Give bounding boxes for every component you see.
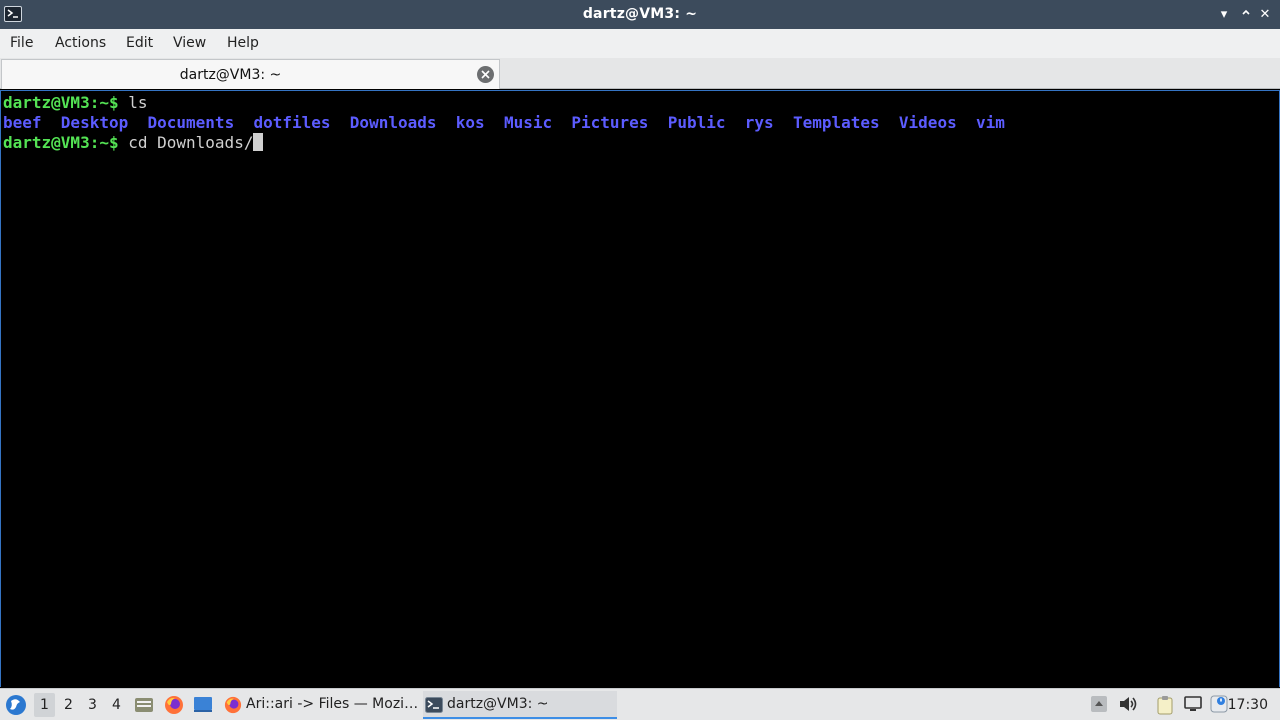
notification-icon xyxy=(1210,695,1228,713)
dir-entry: Desktop xyxy=(60,113,129,132)
dir-entry: kos xyxy=(455,113,485,132)
task-label: Ari::ari -> Files — Mozi… xyxy=(246,696,419,712)
network-button[interactable] xyxy=(1183,695,1203,715)
window-title: dartz@VM3: ~ xyxy=(582,6,698,22)
volume-button[interactable] xyxy=(1118,695,1138,715)
file-manager-launcher[interactable] xyxy=(134,689,154,720)
workspace-1[interactable]: 1 xyxy=(34,693,55,717)
dir-entry: Downloads xyxy=(349,113,437,132)
task-terminal[interactable]: dartz@VM3: ~ xyxy=(423,691,617,719)
dir-entry: rys xyxy=(744,113,774,132)
menu-file[interactable]: File xyxy=(10,35,33,51)
prompt: dartz@VM3:~$ xyxy=(3,93,119,112)
dir-entry: Public xyxy=(667,113,726,132)
clipboard-icon xyxy=(1157,696,1173,715)
desktop-icon xyxy=(194,697,212,712)
window-titlebar: dartz@VM3: ~ ▾ ✕ xyxy=(0,0,1280,29)
menu-actions[interactable]: Actions xyxy=(55,35,106,51)
terminal-line-3: dartz@VM3:~$ cd Downloads/ xyxy=(3,133,264,153)
menu-bar: File Actions Edit View Help xyxy=(0,29,1280,58)
terminal-icon xyxy=(425,697,443,713)
dir-entry: dotfiles xyxy=(253,113,331,132)
command-text: cd Downloads/ xyxy=(118,133,254,152)
clock[interactable]: 17:30 xyxy=(1228,697,1268,713)
workspace-2[interactable]: 2 xyxy=(64,697,73,713)
tray-up-arrow-icon xyxy=(1091,696,1107,712)
network-icon xyxy=(1184,696,1202,711)
workspace-3[interactable]: 3 xyxy=(88,697,97,713)
firefox-icon xyxy=(165,696,183,714)
start-menu-button[interactable] xyxy=(4,689,28,720)
command-text: ls xyxy=(118,93,148,112)
lxqt-logo-icon xyxy=(6,695,26,715)
dir-entry: Documents xyxy=(147,113,235,132)
dir-entry: beef xyxy=(3,113,42,132)
clipboard-button[interactable] xyxy=(1155,695,1175,715)
menu-view[interactable]: View xyxy=(173,35,206,51)
firefox-launcher[interactable] xyxy=(164,689,186,720)
task-firefox[interactable]: Ari::ari -> Files — Mozi… xyxy=(222,691,420,719)
show-desktop-button[interactable] xyxy=(193,689,215,720)
minimize-button[interactable]: ▾ xyxy=(1215,6,1233,24)
dir-entry: Videos xyxy=(898,113,957,132)
terminal-line-1: dartz@VM3:~$ ls xyxy=(3,93,148,113)
tray-expand-button[interactable] xyxy=(1090,695,1110,715)
close-button[interactable]: ✕ xyxy=(1256,6,1274,24)
task-label: dartz@VM3: ~ xyxy=(447,696,549,712)
text-cursor xyxy=(253,133,264,151)
dir-entry: Music xyxy=(503,113,553,132)
tab-close-icon[interactable] xyxy=(477,66,494,83)
tab-terminal[interactable]: dartz@VM3: ~ xyxy=(1,59,500,89)
taskbar: 1 2 3 4 Ari::ari -> Files — Mozi… dartz@… xyxy=(0,688,1280,720)
tab-title: dartz@VM3: ~ xyxy=(179,67,282,83)
firefox-icon xyxy=(224,696,242,714)
maximize-button[interactable] xyxy=(1237,6,1255,24)
prompt: dartz@VM3:~$ xyxy=(3,133,119,152)
file-manager-icon xyxy=(135,698,153,712)
volume-icon xyxy=(1120,697,1137,711)
ls-output-line: beef Desktop Documents dotfiles Download… xyxy=(3,113,1005,133)
terminal-view[interactable]: dartz@VM3:~$ ls beef Desktop Documents d… xyxy=(0,90,1280,687)
maximize-icon xyxy=(1242,9,1250,15)
dir-entry: Pictures xyxy=(571,113,649,132)
menu-help[interactable]: Help xyxy=(227,35,259,51)
dir-entry: vim xyxy=(975,113,1005,132)
menu-edit[interactable]: Edit xyxy=(126,35,153,51)
dir-entry: Templates xyxy=(792,113,880,132)
workspace-4[interactable]: 4 xyxy=(112,697,121,713)
tab-bar: dartz@VM3: ~ xyxy=(0,58,1280,89)
